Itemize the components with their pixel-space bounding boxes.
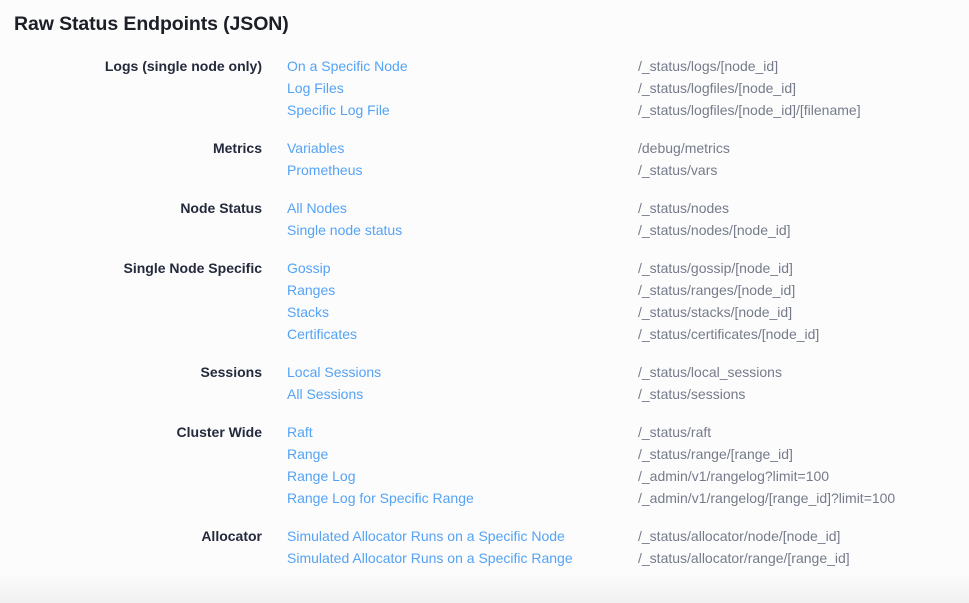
endpoint-link[interactable]: Specific Log File [287,99,390,121]
endpoint-link[interactable]: Local Sessions [287,361,381,383]
group-label: Sessions [14,361,262,405]
group-label: Logs (single node only) [14,55,262,121]
endpoint-link[interactable]: Range Log [287,465,356,487]
group-links-column: On a Specific NodeLog FilesSpecific Log … [262,55,638,121]
endpoint-path: /_admin/v1/rangelog?limit=100 [638,465,969,487]
group-label: Allocator [14,525,262,569]
endpoint-group: Allocator Simulated Allocator Runs on a S… [14,525,969,569]
group-paths-column: /_status/nodes/_status/nodes/[node_id] [638,197,969,241]
endpoint-path: /_status/allocator/range/[range_id] [638,547,969,569]
endpoint-group: Cluster WideRaftRangeRange LogRange Log … [14,421,969,509]
endpoint-path: /_admin/v1/rangelog/[range_id]?limit=100 [638,487,969,509]
endpoint-path: /debug/metrics [638,137,969,159]
group-links-column: Local SessionsAll Sessions [262,361,638,405]
endpoint-path: /_status/logfiles/[node_id]/[filename] [638,99,969,121]
endpoint-link[interactable]: Variables [287,137,344,159]
endpoint-link[interactable]: Raft [287,421,313,443]
endpoint-link[interactable]: Ranges [287,279,335,301]
endpoint-path: /_status/gossip/[node_id] [638,257,969,279]
endpoint-link[interactable]: All Nodes [287,197,347,219]
group-links-column: GossipRangesStacksCertificates [262,257,638,345]
group-links-column: RaftRangeRange LogRange Log for Specific… [262,421,638,509]
group-paths-column: /_status/raft/_status/range/[range_id]/_… [638,421,969,509]
group-paths-column: /_status/local_sessions/_status/sessions [638,361,969,405]
group-paths-column: /debug/metrics/_status/vars [638,137,969,181]
group-links-column: Simulated Allocator Runs on a Specific N… [262,525,638,569]
endpoint-link[interactable]: Gossip [287,257,331,279]
endpoint-group: Single Node SpecificGossipRangesStacksCe… [14,257,969,345]
endpoint-path: /_status/certificates/[node_id] [638,323,969,345]
raw-status-endpoints-page: Raw Status Endpoints (JSON) Logs (single… [0,0,969,569]
endpoint-link[interactable]: Stacks [287,301,329,323]
endpoint-path: /_status/nodes/[node_id] [638,219,969,241]
group-paths-column: /_status/allocator/node/[node_id]/_statu… [638,525,969,569]
group-label: Single Node Specific [14,257,262,345]
endpoint-path: /_status/logs/[node_id] [638,55,969,77]
endpoint-link[interactable]: Prometheus [287,159,362,181]
endpoint-link[interactable]: Simulated Allocator Runs on a Specific R… [287,547,573,569]
endpoint-link[interactable]: All Sessions [287,383,363,405]
endpoint-link[interactable]: Range Log for Specific Range [287,487,474,509]
page-title: Raw Status Endpoints (JSON) [14,12,969,36]
bottom-fade [0,573,969,603]
endpoint-group: Node StatusAll NodesSingle node status/_… [14,197,969,241]
group-links-column: All NodesSingle node status [262,197,638,241]
endpoint-link[interactable]: Range [287,443,328,465]
group-links-column: VariablesPrometheus [262,137,638,181]
group-paths-column: /_status/gossip/[node_id]/_status/ranges… [638,257,969,345]
endpoint-path: /_status/allocator/node/[node_id] [638,525,969,547]
endpoint-group: MetricsVariablesPrometheus/debug/metrics… [14,137,969,181]
group-label: Metrics [14,137,262,181]
endpoint-group: SessionsLocal SessionsAll Sessions/_stat… [14,361,969,405]
endpoint-link[interactable]: On a Specific Node [287,55,408,77]
endpoint-path: /_status/range/[range_id] [638,443,969,465]
endpoint-link[interactable]: Single node status [287,219,402,241]
group-label: Node Status [14,197,262,241]
endpoint-path: /_status/sessions [638,383,969,405]
endpoint-path: /_status/logfiles/[node_id] [638,77,969,99]
endpoint-path: /_status/raft [638,421,969,443]
endpoint-path: /_status/local_sessions [638,361,969,383]
group-label: Cluster Wide [14,421,262,509]
endpoints-table: Logs (single node only)On a Specific Nod… [14,55,969,569]
group-paths-column: /_status/logs/[node_id]/_status/logfiles… [638,55,969,121]
endpoint-group: Logs (single node only)On a Specific Nod… [14,55,969,121]
endpoint-path: /_status/stacks/[node_id] [638,301,969,323]
endpoint-link[interactable]: Certificates [287,323,357,345]
endpoint-path: /_status/vars [638,159,969,181]
endpoint-path: /_status/nodes [638,197,969,219]
endpoint-link[interactable]: Log Files [287,77,344,99]
endpoint-path: /_status/ranges/[node_id] [638,279,969,301]
endpoint-link[interactable]: Simulated Allocator Runs on a Specific N… [287,525,565,547]
